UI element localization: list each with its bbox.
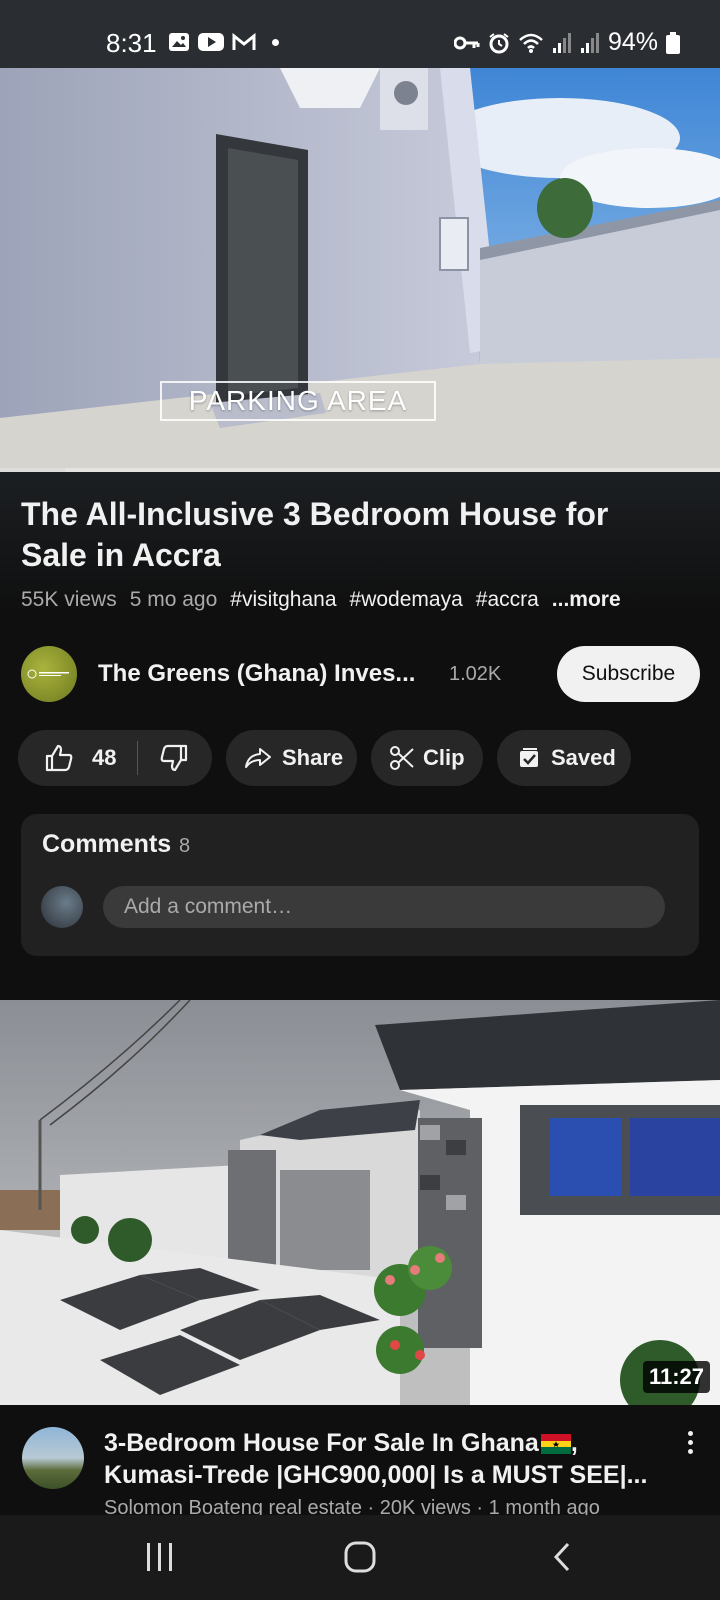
recommended-meta: Solomon Boateng real estate · 20K views … [104,1497,600,1515]
user-avatar [41,886,83,928]
channel-row[interactable]: The Greens (Ghana) Inves... 1.02K Subscr… [21,646,700,702]
overlay-caption: PARKING AREA [160,381,436,421]
back-icon [553,1542,570,1572]
saved-label: Saved [551,745,616,770]
channel-name[interactable]: The Greens (Ghana) Inves... [98,660,415,688]
share-button[interactable]: Share [226,730,357,786]
recommended-title-suffix: , [570,1429,578,1457]
back-button[interactable] [540,1537,584,1577]
dislike-icon[interactable] [159,743,189,773]
thumbnail-image [0,1000,720,1405]
hashtag[interactable]: #visitghana [230,588,336,612]
duration-badge: 11:27 [642,1361,710,1393]
upload-age: 5 mo ago [129,588,218,611]
like-dislike-group: 48 [18,730,212,786]
recommended-thumbnail[interactable]: 11:27 [0,1000,720,1405]
home-icon [344,1541,376,1573]
subscriber-count: 1.02K [449,663,502,685]
ghana-flag-icon [540,1434,571,1455]
hashtag[interactable]: #accra [476,588,539,612]
youtube-icon [198,33,224,51]
channel-logo-icon [27,669,69,679]
wifi-icon [519,33,543,53]
status-right: 94% [453,28,680,57]
like-icon[interactable] [44,743,74,773]
comments-count: 8 [179,835,191,857]
more-options-icon[interactable] [680,1427,700,1457]
battery-percent: 94% [607,28,658,56]
notification-dot [272,38,279,46]
signal-icon [552,32,571,53]
notification-icons [168,32,279,52]
status-time: 8:31 [106,28,157,58]
saved-playlist-icon [520,748,538,767]
signal-icon [580,32,599,53]
recommended-title-text-1: 3-Bedroom House For Sale In Ghana [104,1429,539,1457]
recommended-channel-avatar[interactable] [22,1427,84,1489]
subscribe-button[interactable]: Subscribe [557,646,700,702]
video-info: The All-Inclusive 3 Bedroom House for Sa… [0,472,720,1000]
channel-avatar[interactable] [21,646,77,702]
recents-button[interactable] [138,1537,182,1577]
gmail-icon [232,32,256,50]
video-player[interactable]: PARKING AREA [0,68,720,472]
comments-title: Comments [42,830,172,858]
comments-section[interactable]: Comments 8 Add a comment… [21,814,699,956]
system-nav-bar [0,1515,720,1600]
like-count[interactable]: 48 [92,745,116,771]
recents-icon [147,1543,172,1571]
divider [137,741,139,775]
share-label: Share [282,745,344,770]
add-comment-input[interactable]: Add a comment… [103,886,665,928]
recommended-title-line-1: 3-Bedroom House For Sale In Ghana, [104,1427,674,1459]
share-icon [245,748,271,768]
recommended-title-line-2: Kumasi-Trede |GHC900,000| Is a MUST SEE|… [104,1461,648,1489]
saved-button[interactable]: Saved [497,730,631,786]
hashtag[interactable]: #wodemaya [350,588,463,612]
more-link[interactable]: ...more [552,588,621,612]
home-button[interactable] [338,1537,382,1577]
action-buttons: 48 Share Clip Saved [18,730,631,786]
gallery-icon [169,33,189,51]
battery-icon [666,31,680,54]
alarm-icon [489,32,509,53]
view-count: 55K views [21,588,117,611]
recommended-title[interactable]: 3-Bedroom House For Sale In Ghana, Kumas… [104,1427,674,1491]
status-bar: 8:31 94% [0,0,720,68]
scissors-icon [390,746,414,770]
clip-label: Clip [423,745,465,770]
recommended-video-info[interactable]: 3-Bedroom House For Sale In Ghana, Kumas… [0,1405,720,1515]
video-title[interactable]: The All-Inclusive 3 Bedroom House for Sa… [21,494,681,576]
video-meta[interactable]: 55K views 5 mo ago #visitghana #wodemaya… [21,588,621,612]
vpn-key-icon [453,36,480,49]
clip-button[interactable]: Clip [371,730,483,786]
